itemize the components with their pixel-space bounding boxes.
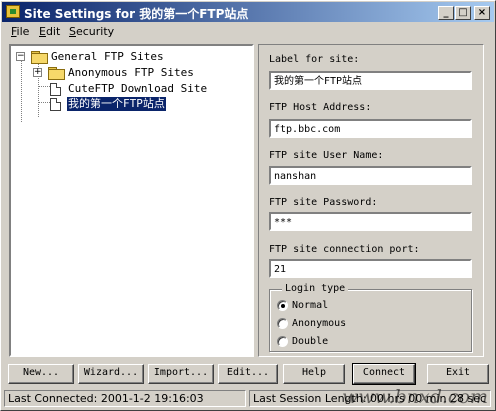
menu-edit-rest: dit (45, 25, 61, 38)
password-caption: FTP site Password: (269, 197, 378, 208)
import-button[interactable]: Import... (148, 364, 214, 384)
tree-connector (38, 86, 50, 87)
menu-file[interactable]: File (11, 25, 29, 38)
radio-unchecked-icon[interactable] (277, 318, 288, 329)
password-input[interactable]: *** (269, 212, 472, 231)
last-session-status: Last Session Length: 00 hrs 00 min 28 se… (249, 390, 491, 407)
username-input[interactable]: nanshan (269, 166, 472, 185)
open-folder-icon (31, 51, 48, 64)
site-label-input[interactable]: 我的第一个FTP站点 (269, 71, 472, 90)
login-type-group: Login type Normal Anonymous Double (269, 283, 472, 352)
menu-security[interactable]: Security (69, 25, 114, 38)
site-settings-window: Site Settings for 我的第一个FTP站点 _ □ × File … (0, 0, 496, 411)
menu-bar: File Edit Security (2, 23, 494, 41)
expand-icon[interactable]: + (33, 68, 42, 77)
tree-item-label: General FTP Sites (51, 50, 164, 63)
new-button[interactable]: New... (8, 364, 74, 384)
host-address-caption: FTP Host Address: (269, 102, 372, 113)
last-connected-status: Last Connected: 2001-1-2 19:16:03 (4, 390, 246, 407)
radio-label: Anonymous (292, 318, 347, 329)
exit-button[interactable]: Exit (427, 364, 489, 384)
tree-connector (38, 102, 50, 103)
edit-button[interactable]: Edit... (218, 364, 278, 384)
radio-checked-icon[interactable] (277, 300, 288, 311)
host-address-input[interactable]: ftp.bbc.com (269, 119, 472, 138)
radio-label: Double (292, 336, 329, 347)
folder-icon (48, 67, 65, 80)
maximize-button[interactable]: □ (455, 6, 471, 20)
menu-file-rest: ile (16, 25, 30, 38)
port-input[interactable]: 21 (269, 259, 472, 278)
connect-button[interactable]: Connect (352, 363, 416, 385)
tree-item-label: 我的第一个FTP站点 (67, 97, 166, 111)
site-settings-panel: Label for site: 我的第一个FTP站点 FTP Host Addr… (258, 44, 484, 357)
port-caption: FTP site connection port: (269, 244, 420, 255)
tree-connector (21, 58, 22, 122)
radio-unchecked-icon[interactable] (277, 336, 288, 347)
title-bar[interactable]: Site Settings for 我的第一个FTP站点 _ □ × (2, 2, 494, 22)
window-title: Site Settings for 我的第一个FTP站点 (24, 7, 249, 21)
cuteftp-app-icon[interactable] (6, 5, 20, 18)
tree-item-label: CuteFTP Download Site (68, 82, 208, 95)
tree-item-label: Anonymous FTP Sites (68, 66, 194, 79)
menu-edit[interactable]: Edit (39, 25, 60, 38)
login-type-legend: Login type (282, 283, 349, 294)
site-tree[interactable]: − General FTP Sites + Anonymous FTP Site… (9, 44, 254, 357)
username-caption: FTP site User Name: (269, 150, 384, 161)
status-bar: Last Connected: 2001-1-2 19:16:03 Last S… (2, 389, 494, 409)
radio-label: Normal (292, 300, 329, 311)
collapse-icon[interactable]: − (16, 52, 25, 61)
document-icon (50, 98, 61, 111)
menu-security-rest: ecurity (75, 25, 115, 38)
help-button[interactable]: Help (283, 364, 345, 384)
minimize-button[interactable]: _ (438, 6, 454, 20)
document-icon (50, 83, 61, 96)
site-label-caption: Label for site: (269, 54, 360, 65)
wizard-button[interactable]: Wizard... (78, 364, 144, 384)
close-button[interactable]: × (474, 6, 490, 20)
